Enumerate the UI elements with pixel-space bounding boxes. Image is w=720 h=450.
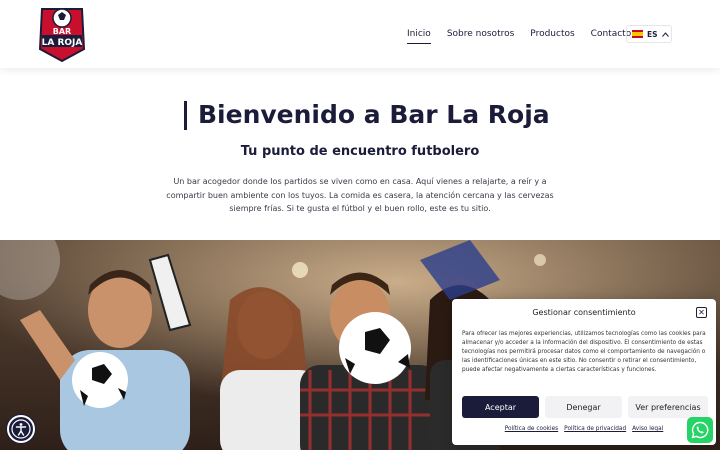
page-title-text: Bienvenido a Bar La Roja [198,100,550,129]
language-code: ES [647,29,658,39]
spain-flag-icon [632,30,643,38]
accessibility-button[interactable] [7,415,35,443]
nav-productos[interactable]: Productos [530,29,574,44]
accept-button[interactable]: Aceptar [462,396,539,418]
preferences-button[interactable]: Ver preferencias [628,396,708,418]
page-subtitle: Tu punto de encuentro futbolero [240,144,480,159]
logo-text-bottom: LA ROJA [42,38,83,48]
close-icon[interactable]: ✕ [696,307,707,318]
cookie-links: Política de cookies Política de privacid… [452,426,716,432]
chevron-up-icon [661,31,669,37]
nav-sobre-nosotros[interactable]: Sobre nosotros [447,29,514,44]
main-nav: Inicio Sobre nosotros Productos Contacto [407,29,647,44]
bar-la-roja-logo[interactable]: BAR LA ROJA [36,5,88,63]
accessibility-icon [11,419,31,439]
cookie-policy-link[interactable]: Política de cookies [505,426,558,432]
language-switcher[interactable]: ES [626,25,672,43]
cookie-title: Gestionar consentimiento [532,308,636,317]
whatsapp-icon [691,421,709,439]
cookie-consent-dialog: Gestionar consentimiento ✕ Para ofrecer … [452,299,716,445]
legal-notice-link[interactable]: Aviso legal [632,426,663,432]
logo-text-top: BAR [53,27,71,36]
privacy-policy-link[interactable]: Política de privacidad [564,426,626,432]
page-title: Bienvenido a Bar La Roja [184,100,550,129]
deny-button[interactable]: Denegar [545,396,622,418]
intro-text: Un bar acogedor donde los partidos se vi… [166,177,554,213]
site-header: BAR LA ROJA Inicio Sobre nosotros Produc… [0,0,720,68]
nav-inicio[interactable]: Inicio [407,29,431,44]
whatsapp-button[interactable] [687,417,713,443]
cookie-body-text: Para ofrecer las mejores experiencias, u… [462,331,706,373]
